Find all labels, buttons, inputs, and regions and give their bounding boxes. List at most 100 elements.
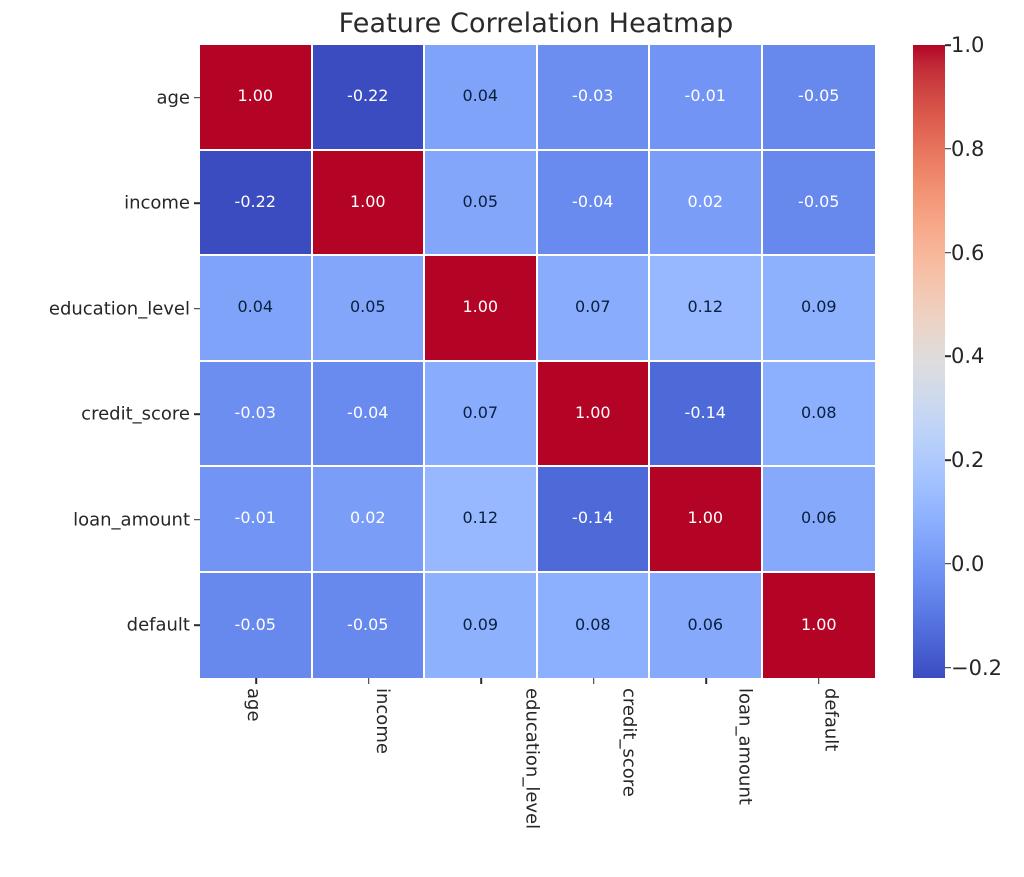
heatmap-cell-value: -0.05 bbox=[347, 614, 389, 634]
heatmap-cell: -0.14 bbox=[650, 361, 763, 467]
heatmap-cell-value: -0.04 bbox=[347, 402, 389, 422]
x-axis-tick bbox=[817, 678, 820, 684]
heatmap-cell-value: 0.02 bbox=[349, 508, 386, 528]
heatmap-cell-value: -0.05 bbox=[234, 614, 276, 634]
x-axis-tick bbox=[480, 678, 483, 684]
x-axis-label-education_level: education_level bbox=[521, 688, 543, 830]
heatmap-cell-value: 1.00 bbox=[237, 86, 274, 106]
heatmap-cell-value: 1.00 bbox=[574, 402, 611, 422]
y-axis-label-age: age bbox=[156, 87, 190, 109]
heatmap-cell: 1.00 bbox=[650, 467, 763, 573]
heatmap-grid: 1.00 -0.22 0.04 -0.03 -0.01 -0.05 -0.22 1.00 0.0… bbox=[200, 45, 875, 678]
colorbar-ticks bbox=[913, 44, 953, 678]
heatmap-cell: -0.01 bbox=[200, 467, 313, 573]
heatmap-cell-value: -0.14 bbox=[684, 402, 726, 422]
heatmap-cell-value: -0.03 bbox=[234, 402, 276, 422]
heatmap-cell-value: -0.04 bbox=[572, 191, 614, 211]
heatmap-cell-value: 1.00 bbox=[800, 614, 837, 634]
heatmap-cell: -0.03 bbox=[200, 361, 313, 467]
x-axis-label-loan_amount: loan_amount bbox=[734, 688, 756, 805]
x-axis-label-income: income bbox=[371, 688, 393, 754]
heatmap-cell: 1.00 bbox=[425, 256, 538, 362]
heatmap-cell-value: -0.14 bbox=[572, 508, 614, 528]
heatmap-cell-value: 0.09 bbox=[462, 614, 499, 634]
x-axis-tick-labels: age income education_level credit_score loan… bbox=[200, 688, 875, 873]
colorbar-tick-label: 0.2 bbox=[951, 448, 985, 473]
heatmap-cell: 0.02 bbox=[312, 467, 425, 573]
heatmap-cell-value: 1.00 bbox=[462, 297, 499, 317]
heatmap-cell-value: 0.12 bbox=[687, 297, 724, 317]
heatmap-cell: -0.05 bbox=[312, 572, 425, 678]
heatmap-cell: 0.05 bbox=[425, 150, 538, 256]
heatmap-cell: 0.09 bbox=[425, 572, 538, 678]
x-axis-label-default: default bbox=[820, 688, 842, 752]
heatmap-cell-value: 0.05 bbox=[462, 191, 499, 211]
heatmap-cell: 0.06 bbox=[650, 572, 763, 678]
heatmap-cell-value: 0.05 bbox=[349, 297, 386, 317]
y-axis-label-income: income bbox=[124, 192, 190, 214]
heatmap-cell: 0.06 bbox=[762, 467, 875, 573]
heatmap-cell: -0.04 bbox=[537, 150, 650, 256]
y-axis-label-credit_score: credit_score bbox=[81, 403, 190, 425]
colorbar-tick-label: 0.4 bbox=[951, 344, 985, 369]
heatmap-cell: 0.09 bbox=[762, 256, 875, 362]
heatmap-cell: 0.08 bbox=[762, 361, 875, 467]
heatmap-cell: 1.00 bbox=[200, 45, 313, 151]
heatmap-cell: -0.05 bbox=[762, 150, 875, 256]
y-axis-tick-labels: age income education_level credit_scoreloan… bbox=[0, 45, 190, 678]
x-axis-tick bbox=[592, 678, 595, 684]
heatmap-axes: 1.00 -0.22 0.04 -0.03 -0.01 -0.05 -0.22 1.00 0.0… bbox=[200, 45, 875, 678]
heatmap-cell: 1.00 bbox=[537, 361, 650, 467]
chart-title-text: Feature Correlation Heatmap bbox=[338, 8, 734, 39]
heatmap-cell-value: 0.02 bbox=[687, 191, 724, 211]
heatmap-cell: -0.05 bbox=[200, 572, 313, 678]
heatmap-cell-value: 0.08 bbox=[574, 614, 611, 634]
heatmap-cell: 0.08 bbox=[537, 572, 650, 678]
colorbar-tick-label: 1.0 bbox=[951, 33, 985, 57]
heatmap-cell: -0.03 bbox=[537, 45, 650, 151]
heatmap-cell-value: 0.07 bbox=[462, 402, 499, 422]
y-axis-label-loan_amount: loan_amount bbox=[73, 509, 190, 531]
heatmap-cell: -0.22 bbox=[200, 150, 313, 256]
heatmap-cell-value: -0.05 bbox=[798, 86, 840, 106]
x-axis-tick bbox=[367, 678, 370, 684]
heatmap-cell: 1.00 bbox=[762, 572, 875, 678]
y-axis-label-education_level: education_level bbox=[48, 298, 190, 320]
heatmap-cell: 0.02 bbox=[650, 150, 763, 256]
colorbar-tick-label: 0.8 bbox=[951, 136, 985, 161]
heatmap-cell: -0.22 bbox=[312, 45, 425, 151]
y-axis-ticks bbox=[193, 45, 200, 678]
x-axis-tick bbox=[705, 678, 708, 684]
heatmap-cell-value: 0.07 bbox=[574, 297, 611, 317]
heatmap-cell-value: -0.01 bbox=[684, 86, 726, 106]
x-axis-label-age: age bbox=[243, 688, 265, 722]
heatmap-cell: -0.05 bbox=[762, 45, 875, 151]
heatmap-cell-value: 0.04 bbox=[237, 297, 274, 317]
heatmap-cell: 0.07 bbox=[537, 256, 650, 362]
heatmap-cell: 0.12 bbox=[650, 256, 763, 362]
heatmap-cell-value: 0.09 bbox=[800, 297, 837, 317]
heatmap-cell: -0.01 bbox=[650, 45, 763, 151]
x-axis-ticks bbox=[200, 678, 875, 685]
heatmap-cell-value: -0.22 bbox=[234, 191, 276, 211]
heatmap-cell: 1.00 bbox=[312, 150, 425, 256]
heatmap-cell-value: 0.12 bbox=[462, 508, 499, 528]
x-axis-tick bbox=[255, 678, 258, 684]
heatmap-cell: 0.04 bbox=[200, 256, 313, 362]
heatmap-cell-value: -0.22 bbox=[347, 86, 389, 106]
heatmap-cell: -0.04 bbox=[312, 361, 425, 467]
heatmap-cell-value: -0.05 bbox=[798, 191, 840, 211]
heatmap-cell-value: 0.06 bbox=[800, 508, 837, 528]
colorbar-tick-label: −0.2 bbox=[951, 655, 1002, 680]
heatmap-cell-value: -0.03 bbox=[572, 86, 614, 106]
colorbar-tick-label: 0.0 bbox=[951, 551, 985, 576]
heatmap-cell: 0.12 bbox=[425, 467, 538, 573]
heatmap-cell-value: 0.08 bbox=[800, 402, 837, 422]
heatmap-cell: -0.14 bbox=[537, 467, 650, 573]
heatmap-cell: 0.07 bbox=[425, 361, 538, 467]
colorbar-tick-labels: 1.0 0.8 0.6 0.4 0.2 0.0 −0.2 bbox=[951, 33, 1021, 680]
chart-title: Feature Correlation Heatmap bbox=[0, 8, 1024, 39]
y-axis-label-default: default bbox=[126, 614, 190, 636]
heatmap-cell-value: -0.01 bbox=[234, 508, 276, 528]
heatmap-cell-value: 1.00 bbox=[687, 508, 724, 528]
